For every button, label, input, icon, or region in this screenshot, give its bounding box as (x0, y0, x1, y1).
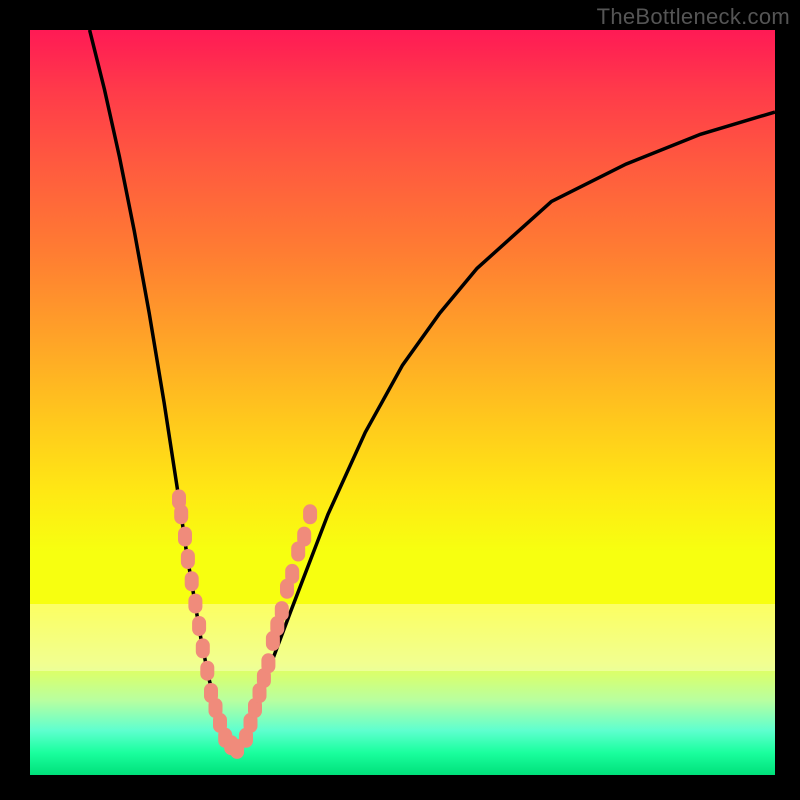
marker-dot (181, 549, 195, 569)
chart-svg (30, 30, 775, 775)
marker-dot (185, 571, 199, 591)
marker-dot (188, 594, 202, 614)
highlight-markers (172, 489, 317, 759)
plot-area (30, 30, 775, 775)
marker-dot (174, 504, 188, 524)
curve-group (90, 30, 775, 745)
marker-dot (285, 564, 299, 584)
chart-frame: TheBottleneck.com (0, 0, 800, 800)
marker-dot (303, 504, 317, 524)
marker-dot (196, 638, 210, 658)
watermark-text: TheBottleneck.com (597, 4, 790, 30)
marker-dot (261, 653, 275, 673)
marker-dot (297, 527, 311, 547)
curve-right (239, 112, 775, 745)
marker-dot (275, 601, 289, 621)
marker-dot (200, 661, 214, 681)
marker-dot (192, 616, 206, 636)
marker-dot (178, 527, 192, 547)
curve-left (90, 30, 232, 745)
